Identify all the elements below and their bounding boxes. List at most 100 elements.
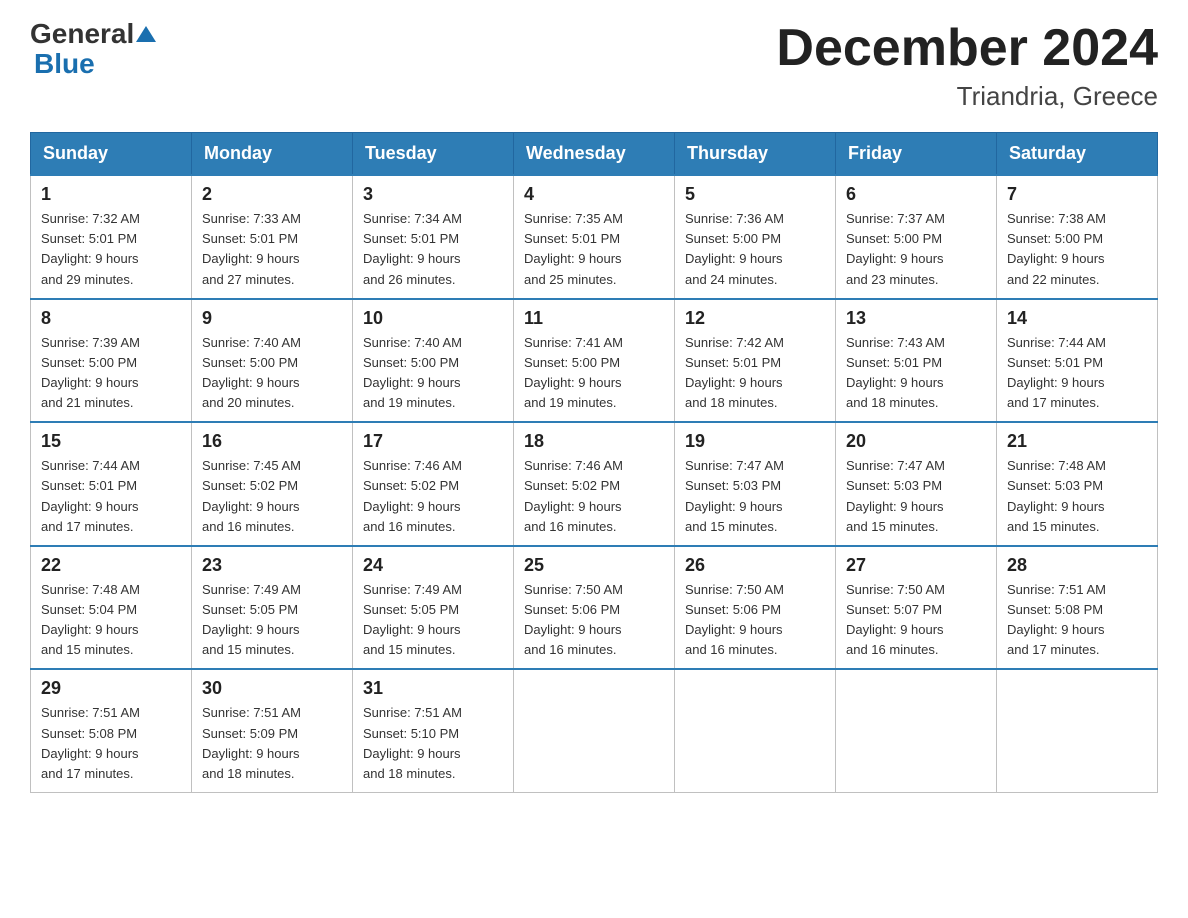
day-number: 8	[41, 308, 181, 329]
day-info: Sunrise: 7:39 AM Sunset: 5:00 PM Dayligh…	[41, 333, 181, 414]
calendar-cell: 10 Sunrise: 7:40 AM Sunset: 5:00 PM Dayl…	[353, 299, 514, 423]
day-number: 30	[202, 678, 342, 699]
page-header: General Blue December 2024 Triandria, Gr…	[30, 20, 1158, 112]
col-monday: Monday	[192, 133, 353, 176]
col-tuesday: Tuesday	[353, 133, 514, 176]
calendar-cell: 11 Sunrise: 7:41 AM Sunset: 5:00 PM Dayl…	[514, 299, 675, 423]
day-number: 5	[685, 184, 825, 205]
calendar-cell: 2 Sunrise: 7:33 AM Sunset: 5:01 PM Dayli…	[192, 175, 353, 299]
calendar-cell: 28 Sunrise: 7:51 AM Sunset: 5:08 PM Dayl…	[997, 546, 1158, 670]
day-number: 3	[363, 184, 503, 205]
calendar-cell: 17 Sunrise: 7:46 AM Sunset: 5:02 PM Dayl…	[353, 422, 514, 546]
calendar-title-area: December 2024 Triandria, Greece	[776, 20, 1158, 112]
calendar-cell: 25 Sunrise: 7:50 AM Sunset: 5:06 PM Dayl…	[514, 546, 675, 670]
day-info: Sunrise: 7:51 AM Sunset: 5:08 PM Dayligh…	[41, 703, 181, 784]
day-info: Sunrise: 7:49 AM Sunset: 5:05 PM Dayligh…	[202, 580, 342, 661]
day-number: 11	[524, 308, 664, 329]
week-row-4: 22 Sunrise: 7:48 AM Sunset: 5:04 PM Dayl…	[31, 546, 1158, 670]
calendar-cell: 20 Sunrise: 7:47 AM Sunset: 5:03 PM Dayl…	[836, 422, 997, 546]
day-info: Sunrise: 7:50 AM Sunset: 5:06 PM Dayligh…	[685, 580, 825, 661]
day-number: 14	[1007, 308, 1147, 329]
week-row-5: 29 Sunrise: 7:51 AM Sunset: 5:08 PM Dayl…	[31, 669, 1158, 792]
day-info: Sunrise: 7:48 AM Sunset: 5:03 PM Dayligh…	[1007, 456, 1147, 537]
calendar-header-row: Sunday Monday Tuesday Wednesday Thursday…	[31, 133, 1158, 176]
day-number: 22	[41, 555, 181, 576]
day-number: 20	[846, 431, 986, 452]
calendar-cell: 26 Sunrise: 7:50 AM Sunset: 5:06 PM Dayl…	[675, 546, 836, 670]
day-info: Sunrise: 7:45 AM Sunset: 5:02 PM Dayligh…	[202, 456, 342, 537]
col-saturday: Saturday	[997, 133, 1158, 176]
day-info: Sunrise: 7:33 AM Sunset: 5:01 PM Dayligh…	[202, 209, 342, 290]
logo: General Blue	[30, 20, 158, 80]
day-number: 26	[685, 555, 825, 576]
calendar-cell: 7 Sunrise: 7:38 AM Sunset: 5:00 PM Dayli…	[997, 175, 1158, 299]
day-info: Sunrise: 7:41 AM Sunset: 5:00 PM Dayligh…	[524, 333, 664, 414]
logo-triangle-icon	[136, 26, 156, 42]
calendar-cell: 13 Sunrise: 7:43 AM Sunset: 5:01 PM Dayl…	[836, 299, 997, 423]
day-number: 25	[524, 555, 664, 576]
day-info: Sunrise: 7:46 AM Sunset: 5:02 PM Dayligh…	[524, 456, 664, 537]
day-info: Sunrise: 7:46 AM Sunset: 5:02 PM Dayligh…	[363, 456, 503, 537]
day-info: Sunrise: 7:43 AM Sunset: 5:01 PM Dayligh…	[846, 333, 986, 414]
day-info: Sunrise: 7:51 AM Sunset: 5:09 PM Dayligh…	[202, 703, 342, 784]
week-row-3: 15 Sunrise: 7:44 AM Sunset: 5:01 PM Dayl…	[31, 422, 1158, 546]
calendar-cell: 14 Sunrise: 7:44 AM Sunset: 5:01 PM Dayl…	[997, 299, 1158, 423]
logo-blue-text: Blue	[34, 48, 95, 79]
day-number: 9	[202, 308, 342, 329]
day-info: Sunrise: 7:49 AM Sunset: 5:05 PM Dayligh…	[363, 580, 503, 661]
day-number: 29	[41, 678, 181, 699]
day-number: 2	[202, 184, 342, 205]
calendar-cell: 9 Sunrise: 7:40 AM Sunset: 5:00 PM Dayli…	[192, 299, 353, 423]
calendar-cell: 19 Sunrise: 7:47 AM Sunset: 5:03 PM Dayl…	[675, 422, 836, 546]
calendar-cell: 5 Sunrise: 7:36 AM Sunset: 5:00 PM Dayli…	[675, 175, 836, 299]
calendar-cell: 21 Sunrise: 7:48 AM Sunset: 5:03 PM Dayl…	[997, 422, 1158, 546]
day-info: Sunrise: 7:37 AM Sunset: 5:00 PM Dayligh…	[846, 209, 986, 290]
calendar-cell: 6 Sunrise: 7:37 AM Sunset: 5:00 PM Dayli…	[836, 175, 997, 299]
calendar-cell: 18 Sunrise: 7:46 AM Sunset: 5:02 PM Dayl…	[514, 422, 675, 546]
calendar-cell: 12 Sunrise: 7:42 AM Sunset: 5:01 PM Dayl…	[675, 299, 836, 423]
day-number: 15	[41, 431, 181, 452]
week-row-1: 1 Sunrise: 7:32 AM Sunset: 5:01 PM Dayli…	[31, 175, 1158, 299]
day-number: 28	[1007, 555, 1147, 576]
day-number: 12	[685, 308, 825, 329]
day-number: 1	[41, 184, 181, 205]
day-number: 4	[524, 184, 664, 205]
day-info: Sunrise: 7:40 AM Sunset: 5:00 PM Dayligh…	[363, 333, 503, 414]
day-info: Sunrise: 7:35 AM Sunset: 5:01 PM Dayligh…	[524, 209, 664, 290]
day-number: 31	[363, 678, 503, 699]
day-number: 7	[1007, 184, 1147, 205]
calendar-cell: 3 Sunrise: 7:34 AM Sunset: 5:01 PM Dayli…	[353, 175, 514, 299]
logo-general-text: General	[30, 20, 134, 48]
day-info: Sunrise: 7:36 AM Sunset: 5:00 PM Dayligh…	[685, 209, 825, 290]
calendar-cell: 8 Sunrise: 7:39 AM Sunset: 5:00 PM Dayli…	[31, 299, 192, 423]
day-info: Sunrise: 7:44 AM Sunset: 5:01 PM Dayligh…	[1007, 333, 1147, 414]
calendar-cell	[997, 669, 1158, 792]
day-info: Sunrise: 7:38 AM Sunset: 5:00 PM Dayligh…	[1007, 209, 1147, 290]
calendar-cell	[514, 669, 675, 792]
calendar-location: Triandria, Greece	[776, 81, 1158, 112]
day-number: 16	[202, 431, 342, 452]
day-number: 24	[363, 555, 503, 576]
calendar-cell	[675, 669, 836, 792]
day-info: Sunrise: 7:32 AM Sunset: 5:01 PM Dayligh…	[41, 209, 181, 290]
calendar-cell: 23 Sunrise: 7:49 AM Sunset: 5:05 PM Dayl…	[192, 546, 353, 670]
calendar-cell: 30 Sunrise: 7:51 AM Sunset: 5:09 PM Dayl…	[192, 669, 353, 792]
col-wednesday: Wednesday	[514, 133, 675, 176]
day-number: 19	[685, 431, 825, 452]
day-number: 17	[363, 431, 503, 452]
day-number: 6	[846, 184, 986, 205]
day-info: Sunrise: 7:42 AM Sunset: 5:01 PM Dayligh…	[685, 333, 825, 414]
calendar-cell: 29 Sunrise: 7:51 AM Sunset: 5:08 PM Dayl…	[31, 669, 192, 792]
calendar-cell: 22 Sunrise: 7:48 AM Sunset: 5:04 PM Dayl…	[31, 546, 192, 670]
col-sunday: Sunday	[31, 133, 192, 176]
day-info: Sunrise: 7:34 AM Sunset: 5:01 PM Dayligh…	[363, 209, 503, 290]
calendar-cell: 24 Sunrise: 7:49 AM Sunset: 5:05 PM Dayl…	[353, 546, 514, 670]
day-info: Sunrise: 7:40 AM Sunset: 5:00 PM Dayligh…	[202, 333, 342, 414]
day-number: 27	[846, 555, 986, 576]
day-info: Sunrise: 7:47 AM Sunset: 5:03 PM Dayligh…	[846, 456, 986, 537]
day-info: Sunrise: 7:50 AM Sunset: 5:07 PM Dayligh…	[846, 580, 986, 661]
calendar-cell: 15 Sunrise: 7:44 AM Sunset: 5:01 PM Dayl…	[31, 422, 192, 546]
day-number: 23	[202, 555, 342, 576]
calendar-cell: 4 Sunrise: 7:35 AM Sunset: 5:01 PM Dayli…	[514, 175, 675, 299]
col-friday: Friday	[836, 133, 997, 176]
